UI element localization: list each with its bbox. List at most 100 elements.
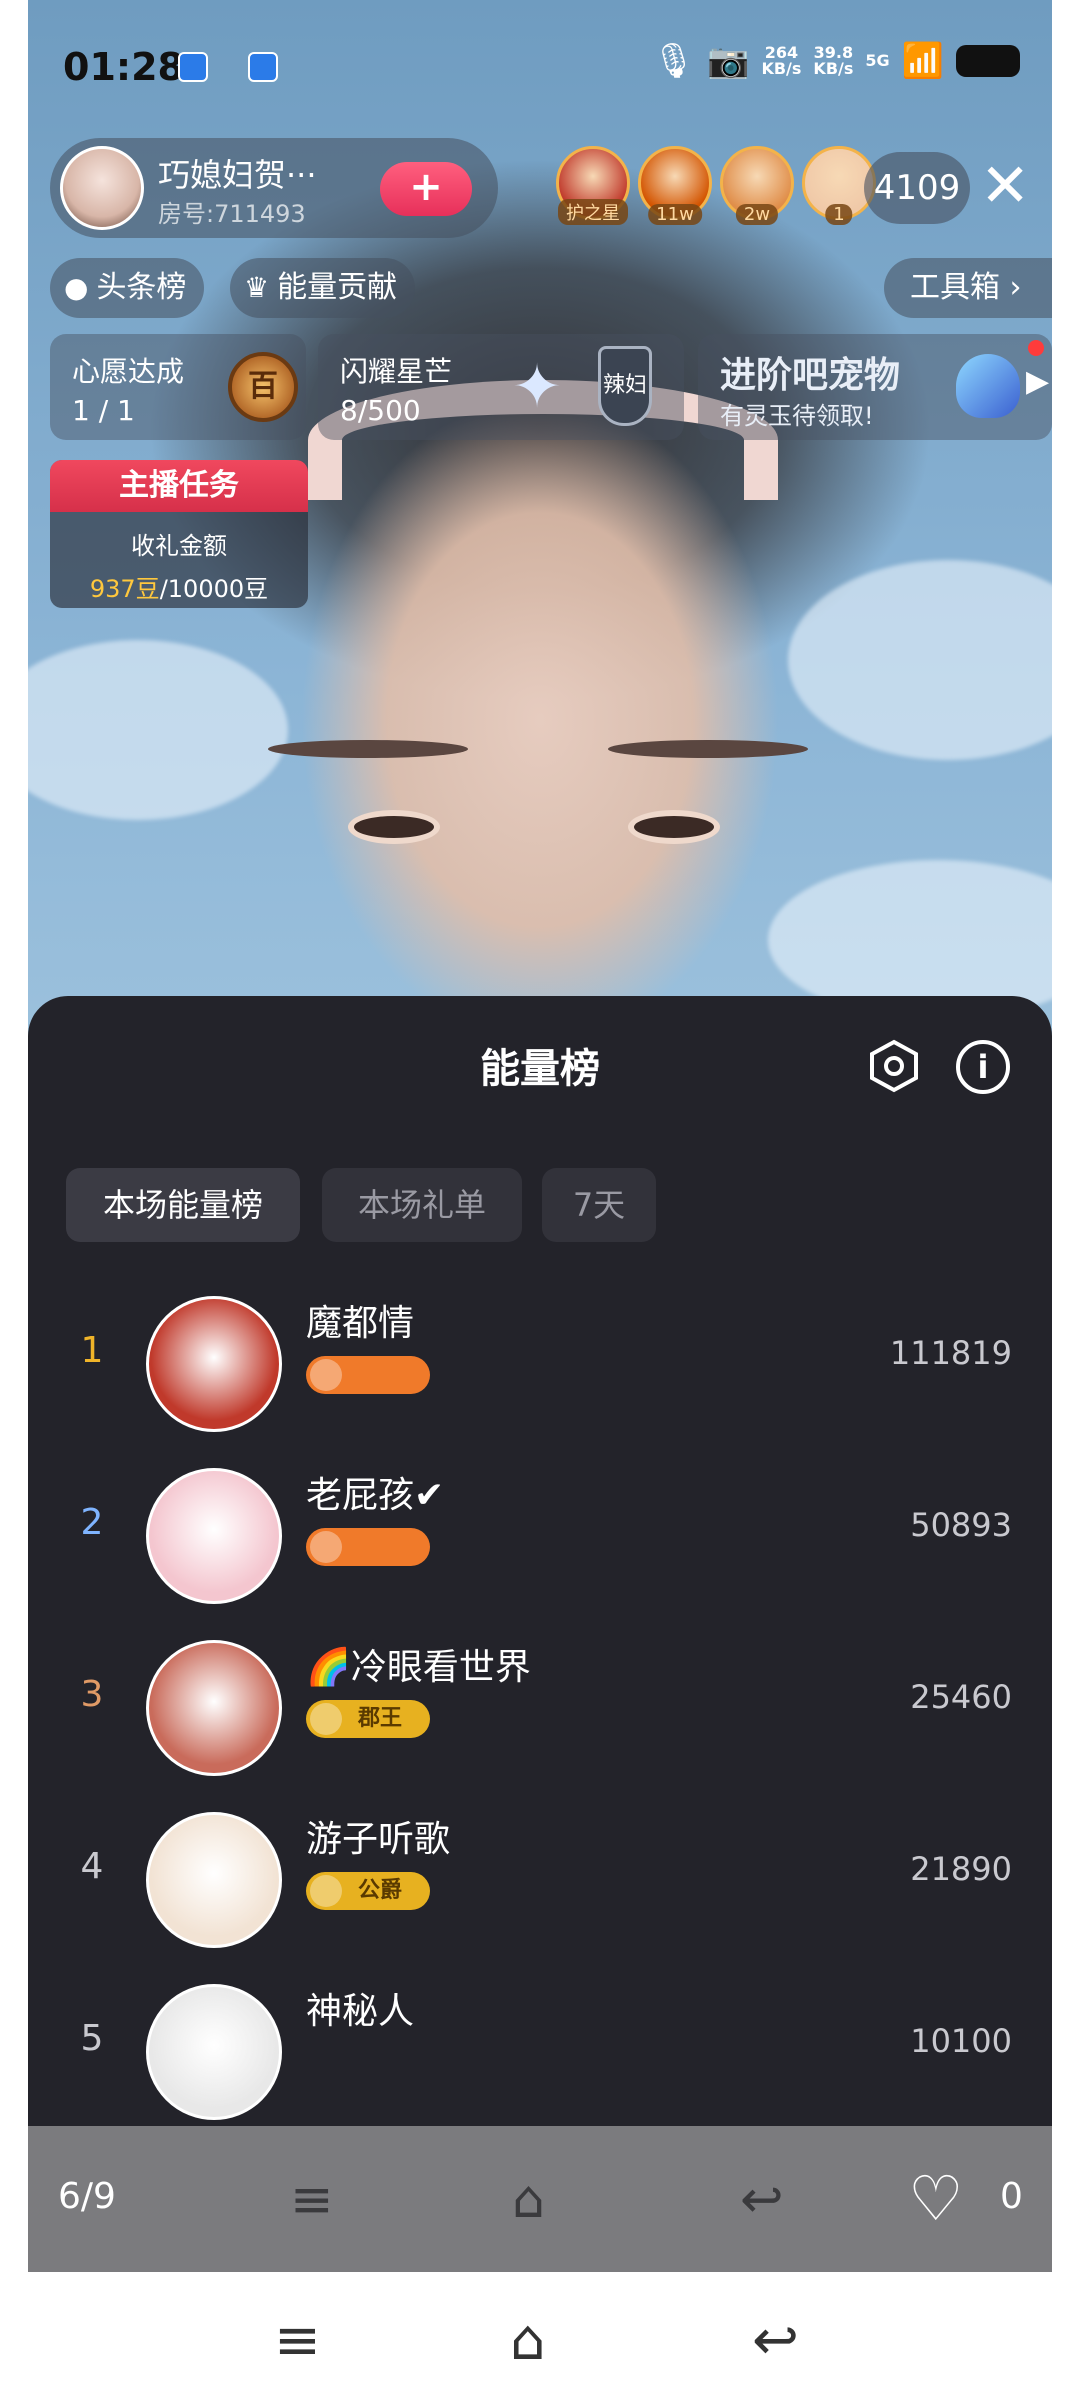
rank-row[interactable]: 2 老屁孩✔ 50893 [28,1452,1052,1622]
viewer-nav-bar: 6/9 ≡ ⌂ ↩ ♡ 0 [28,2126,1052,2272]
settings-hex-icon[interactable] [866,1038,922,1094]
energy-score: 25460 [910,1678,1012,1716]
heart-icon[interactable]: ♡ [908,2168,964,2230]
viewer-avatar-tag: 2w [735,204,779,225]
badge-icon [310,1531,342,1563]
rank-number: 2 [80,1502,104,1543]
rank-row[interactable]: 5 神秘人 10100 [28,1968,1052,2138]
badge-icon [310,1703,342,1735]
home-icon[interactable]: ⌂ [510,2308,546,2373]
mic-icon: 🎙 [651,41,696,81]
energy-rank-panel: 能量榜 i 本场能量榜 本场礼单 7天 1 魔都情 111819 2 老屁孩✔ 50893… [28,996,1052,2126]
user-avatar[interactable] [146,1984,282,2120]
page-indicator: 6/9 [58,2176,116,2217]
tab-gift-list[interactable]: 本场礼单 [322,1168,522,1242]
level-badge [306,1528,430,1566]
level-badge: 郡王 [306,1700,430,1738]
net-speed-down: 39.8 KB/s [813,43,854,78]
energy-score: 111819 [889,1334,1012,1372]
user-avatar[interactable] [146,1640,282,1776]
brow-shape [608,740,808,758]
badge-label: 郡王 [357,1706,402,1731]
home-icon[interactable]: ⌂ [512,2170,545,2230]
headlines-chip[interactable]: ● 头条榜 [50,258,205,318]
energy-score: 21890 [910,1850,1012,1888]
flame-icon: ● [64,271,89,304]
user-avatar[interactable] [146,1296,282,1432]
rank-number: 1 [80,1330,104,1371]
energy-score: 10100 [910,2022,1012,2060]
toolbox-button[interactable]: 工具箱 › [884,258,1052,318]
frame-right [1052,0,1080,2272]
anchor-name: 巧媳妇贺··· [158,156,317,194]
brow-shape [268,740,468,758]
status-time: 01:28 [63,45,184,89]
viewer-avatar-tag: 11w [648,204,702,225]
user-avatar[interactable] [146,1468,282,1604]
task-progress: 937豆/10000豆 [89,575,269,603]
crown-icon: ♛ [244,271,270,304]
info-icon[interactable]: i [956,1040,1010,1094]
play-arrow-icon: ▶ [1026,364,1050,399]
rank-row[interactable]: 4 游子听歌 公爵 21890 [28,1796,1052,1966]
status-bar: 01:28 🎙 📷 264 KB/s 39.8 KB/s 5G 📶 [28,0,1052,130]
battery-icon [956,45,1020,77]
level-badge [306,1356,430,1394]
badge-icon [310,1875,342,1907]
wifi-icon: 📶 [901,41,944,81]
viewer-avatar-tag: 1 [825,204,853,225]
camera-icon: 📷 [707,41,750,81]
badge-label: 公爵 [357,1878,402,1903]
close-icon[interactable]: ✕ [980,156,1030,216]
gem-icon [956,354,1020,418]
notification-icon [248,52,278,82]
rank-number: 3 [80,1674,104,1715]
pet-card[interactable]: 进阶吧宠物 有灵玉待领取! ▶ [698,334,1052,440]
rank-row[interactable]: 3 🌈冷眼看世界郡王 25460 [28,1624,1052,1794]
menu-icon[interactable]: ≡ [290,2170,334,2230]
back-icon[interactable]: ↩ [740,2170,784,2230]
menu-icon[interactable]: ≡ [274,2308,321,2373]
anchor-avatar[interactable] [60,146,144,230]
live-screen: 01:28 🎙 📷 264 KB/s 39.8 KB/s 5G 📶 巧媳妇贺··… [28,0,1052,2272]
follow-button[interactable]: + [380,162,472,216]
network-type: 5G [865,51,890,70]
viewer-avatar[interactable]: 护之星 [556,146,630,225]
level-badge: 公爵 [306,1872,430,1910]
back-icon[interactable]: ↩ [752,2308,799,2373]
user-name: 游子听歌 [306,1819,451,1860]
top-viewers[interactable]: 护之星 11w 2w 1 [556,146,876,225]
like-count: 0 [1000,2176,1023,2217]
shield-icon: 辣妇 [598,346,652,426]
viewer-avatar-tag: 护之星 [558,199,628,225]
eye-shape [348,810,440,844]
net-speed-up: 264 KB/s [761,43,802,78]
user-name: 神秘人 [306,1991,415,2032]
user-avatar[interactable] [146,1812,282,1948]
viewer-avatar[interactable]: 2w [720,146,794,225]
user-name: 老屁孩✔ [306,1475,445,1516]
energy-score: 50893 [910,1506,1012,1544]
anchor-task-card[interactable]: 主播任务 收礼金额 937豆/10000豆 [50,460,308,608]
system-nav-bar: ≡ ⌂ ↩ [0,2272,1080,2400]
badge-icon [310,1359,342,1391]
rank-number: 5 [80,2018,104,2059]
medal-icon: 百 [228,352,298,422]
anchor-info[interactable]: 巧媳妇贺··· 房号:711493 + [50,138,498,238]
notification-icon [178,52,208,82]
eye-shape [628,810,720,844]
viewer-avatar[interactable]: 11w [638,146,712,225]
user-name: 🌈冷眼看世界 [306,1647,531,1688]
user-name: 魔都情 [306,1303,415,1344]
notification-dot [1028,340,1044,356]
frame-left [0,0,28,2272]
energy-contribution-chip[interactable]: ♛ 能量贡献 [230,258,416,318]
tab-energy-rank[interactable]: 本场能量榜 [66,1168,300,1242]
tab-7-days[interactable]: 7天 [542,1168,656,1242]
star-card[interactable]: 闪耀星芒 8/500 ✦ 辣妇 [318,334,684,440]
wish-card[interactable]: 心愿达成 1 / 1 百 [50,334,306,440]
anchor-room-number: 房号:711493 [158,200,306,228]
rank-row[interactable]: 1 魔都情 111819 [28,1280,1052,1450]
star-icon: ✦ [511,352,563,422]
viewer-count[interactable]: 4109 [864,152,970,224]
